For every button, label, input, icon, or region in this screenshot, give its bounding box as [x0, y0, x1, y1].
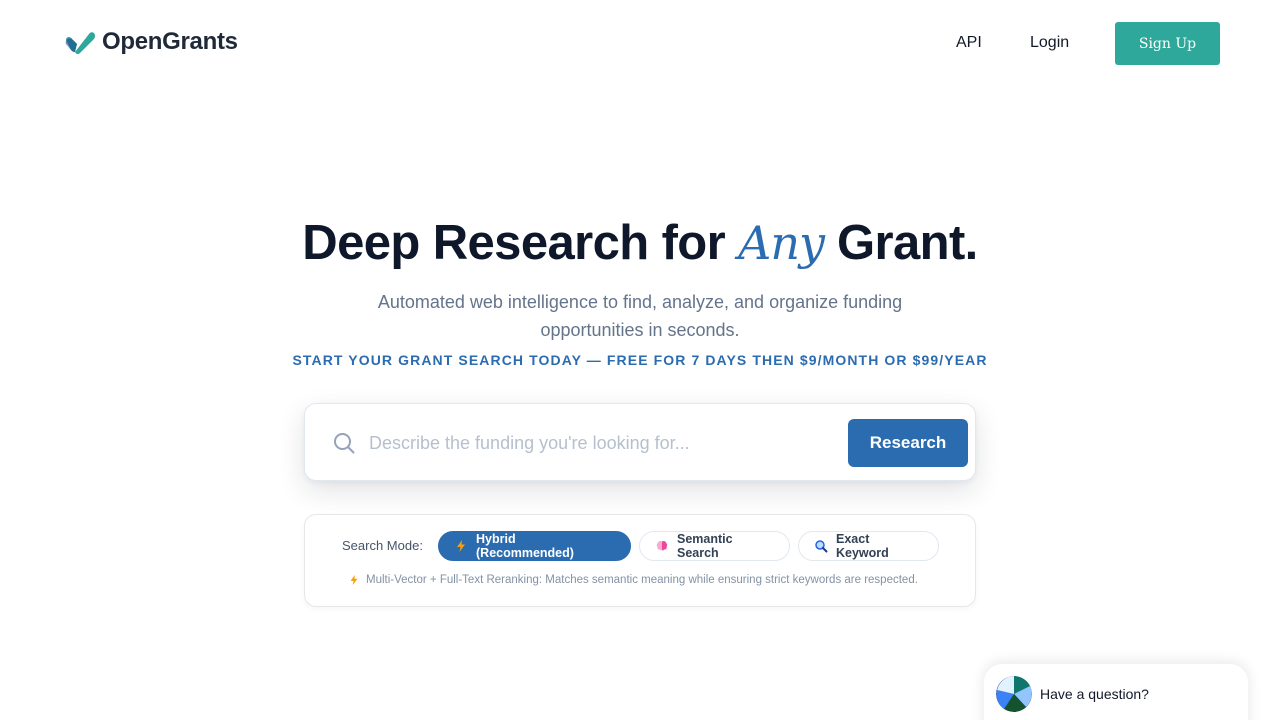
- chat-prompt: Have a question?: [1040, 686, 1149, 702]
- mode-description: Multi-Vector + Full-Text Reranking: Matc…: [348, 574, 948, 586]
- lightning-icon: [350, 574, 358, 586]
- chat-avatar-icon: [996, 676, 1032, 712]
- brain-icon: [656, 541, 668, 551]
- magnifier-icon: [815, 540, 828, 553]
- brand-logo[interactable]: OpenGrants: [64, 28, 238, 56]
- mode-description-text: Multi-Vector + Full-Text Reranking: Matc…: [366, 574, 918, 586]
- search-mode-panel: Search Mode: Hybrid (Recommended) Semant…: [304, 514, 976, 607]
- hero-title-start: Deep Research for: [302, 216, 739, 270]
- hero-title-accent: Any: [738, 216, 825, 270]
- promo-banner: START YOUR GRANT SEARCH TODAY — FREE FOR…: [292, 352, 988, 368]
- mode-hybrid-button[interactable]: Hybrid (Recommended): [438, 531, 631, 561]
- nav-login-link[interactable]: Login: [1030, 34, 1069, 52]
- mode-exact-label: Exact Keyword: [836, 532, 889, 560]
- site-header: OpenGrants API Login Sign Up: [0, 0, 1280, 88]
- search-icon: [334, 433, 355, 454]
- mode-semantic-label: Semantic Search: [677, 532, 733, 560]
- brand-name: OpenGrants: [102, 28, 238, 55]
- mode-hybrid-label: Hybrid (Recommended): [476, 532, 574, 560]
- chat-widget[interactable]: Have a question?: [984, 664, 1248, 720]
- search-input[interactable]: [369, 426, 829, 460]
- lightning-icon: [457, 540, 465, 552]
- search-bar: Research: [304, 403, 976, 481]
- page: OpenGrants API Login Sign Up Deep Resear…: [0, 0, 1280, 720]
- mode-semantic-button[interactable]: Semantic Search: [639, 531, 790, 561]
- nav-api-link[interactable]: API: [956, 34, 982, 52]
- search-mode-label: Search Mode:: [342, 538, 423, 553]
- hero-title: Deep Research for Any Grant.: [0, 212, 1280, 274]
- hero-subtitle: Automated web intelligence to find, anal…: [377, 292, 903, 340]
- hero-title-end: Grant.: [823, 216, 978, 270]
- checkmark-logo-icon: [65, 32, 95, 55]
- research-button[interactable]: Research: [848, 419, 968, 467]
- signup-button[interactable]: Sign Up: [1115, 22, 1220, 65]
- mode-exact-button[interactable]: Exact Keyword: [798, 531, 939, 561]
